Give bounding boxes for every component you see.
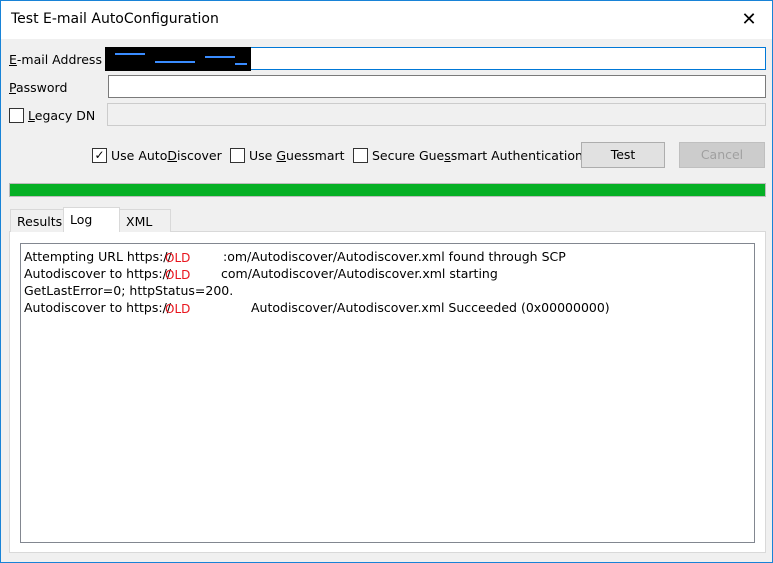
use-autodiscover-label: Use AutoDiscover (111, 148, 222, 163)
log-line: Attempting URL https://OLD:om/Autodiscov… (24, 249, 566, 265)
secure-guessmart-label: Secure Guessmart Authentication (372, 148, 583, 163)
log-line: GetLastError=0; httpStatus=200. (24, 283, 234, 298)
tab-xml[interactable]: XML (119, 209, 171, 232)
title-bar: Test E-mail AutoConfiguration ✕ (1, 1, 772, 39)
legacy-dn-field (107, 103, 766, 126)
close-icon[interactable]: ✕ (726, 1, 772, 39)
progress-fill (10, 184, 765, 196)
password-label: Password (9, 80, 68, 95)
dialog-window: Test E-mail AutoConfiguration ✕ E-mail A… (0, 0, 773, 563)
log-line: Autodiscover to https://OLD Autodiscover/… (24, 300, 610, 316)
test-button[interactable]: Test (581, 142, 665, 168)
secure-guessmart-checkbox[interactable] (353, 148, 368, 163)
email-label: E-mail Address (9, 52, 102, 67)
tab-results[interactable]: Results (10, 209, 64, 232)
old-annotation: OLD (165, 302, 191, 316)
window-title: Test E-mail AutoConfiguration (11, 11, 219, 27)
use-guessmart-checkbox[interactable] (230, 148, 245, 163)
redacted-email (105, 47, 251, 71)
log-textbox[interactable]: Attempting URL https://OLD:om/Autodiscov… (20, 243, 755, 543)
use-autodiscover-checkbox[interactable]: ✓ (92, 148, 107, 163)
progress-bar (9, 183, 766, 197)
password-field[interactable] (108, 75, 766, 98)
log-line: Autodiscover to https://OLD com/Autodisco… (24, 266, 498, 282)
legacy-dn-label: Legacy DN (28, 108, 96, 123)
use-guessmart-label: Use Guessmart (249, 148, 345, 163)
tab-log[interactable]: Log (63, 207, 120, 232)
legacy-dn-checkbox[interactable] (9, 108, 24, 123)
cancel-button: Cancel (679, 142, 765, 168)
